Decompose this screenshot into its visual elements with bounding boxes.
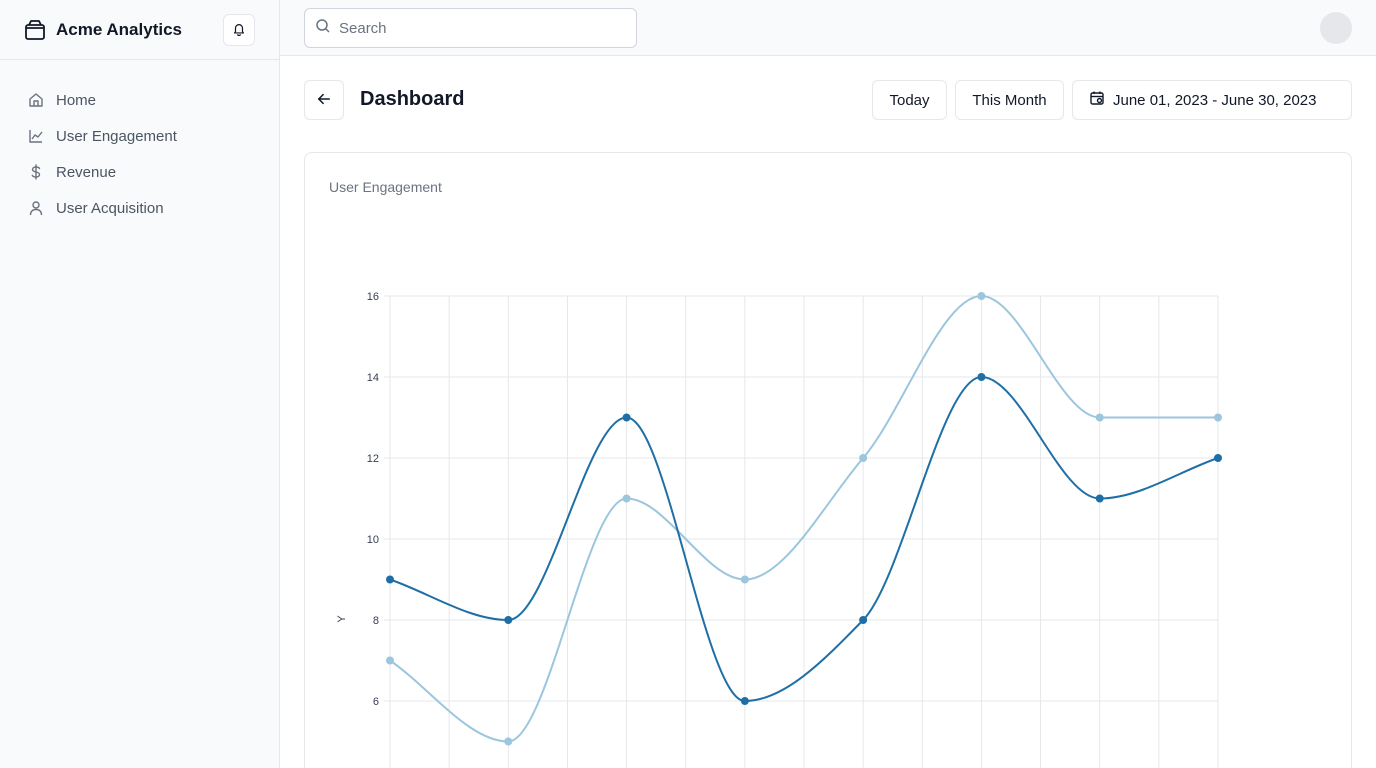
sidebar-item-user-engagement[interactable]: User Engagement	[0, 118, 279, 154]
arrow-left-icon	[317, 92, 331, 109]
sidebar-item-label: Revenue	[56, 163, 117, 181]
sidebar-item-revenue[interactable]: Revenue	[0, 154, 279, 190]
home-icon	[28, 92, 44, 108]
brand: Acme Analytics	[0, 0, 279, 60]
today-button[interactable]: Today	[872, 80, 947, 120]
data-point-series-2	[622, 494, 631, 503]
data-point-series-2	[1095, 413, 1104, 422]
data-point-series-1	[859, 616, 868, 624]
sidebar-item-label: Home	[56, 91, 97, 109]
y-tick-label: 14	[367, 372, 379, 384]
user-engagement-chart: 6 8 10 12 14 16 Y	[336, 291, 1222, 768]
this-month-button[interactable]: This Month	[955, 80, 1064, 120]
notifications-button[interactable]	[223, 14, 255, 46]
date-range-picker[interactable]: June 01, 2023 - June 30, 2023	[1072, 80, 1352, 120]
data-point-series-1	[622, 413, 631, 422]
data-point-series-1	[1095, 494, 1104, 503]
user-icon	[28, 200, 44, 216]
search-box[interactable]	[304, 8, 637, 48]
y-tick-label: 6	[373, 696, 379, 708]
data-point-series-2	[1214, 413, 1222, 422]
y-tick-label: 12	[367, 453, 379, 465]
date-range-label: June 01, 2023 - June 30, 2023	[1113, 91, 1317, 109]
search-input[interactable]	[339, 19, 619, 37]
line-chart-icon	[28, 128, 44, 144]
data-point-series-1	[740, 697, 749, 705]
data-point-series-1	[504, 616, 513, 624]
page-header: Dashboard Today This Month June 01, 2023…	[304, 80, 1352, 120]
app-name: Acme Analytics	[56, 19, 182, 39]
data-point-series-2	[504, 737, 513, 746]
data-point-series-2	[386, 656, 394, 665]
sidebar-nav: Home User Engagement Revenue User Acquis…	[0, 60, 279, 226]
data-point-series-1	[386, 575, 394, 584]
sidebar-item-user-acquisition[interactable]: User Acquisition	[0, 190, 279, 226]
bell-icon	[232, 22, 246, 39]
back-button[interactable]	[304, 80, 344, 120]
dollar-icon	[28, 164, 44, 180]
package-icon	[24, 19, 46, 41]
user-engagement-card: User Engagement 6 8 10 12 14 16 Y	[304, 152, 1352, 768]
y-tick-label: 10	[367, 534, 379, 546]
topbar	[280, 0, 1376, 56]
sidebar-item-home[interactable]: Home	[0, 82, 279, 118]
sidebar: Acme Analytics Home User Engagement Reve…	[0, 0, 280, 768]
sidebar-item-label: User Engagement	[56, 127, 177, 145]
search-icon	[315, 18, 339, 39]
y-tick-label: 8	[373, 615, 379, 627]
data-point-series-1	[1214, 454, 1222, 462]
data-point-series-1	[977, 373, 986, 381]
sidebar-item-label: User Acquisition	[56, 199, 164, 217]
data-point-series-2	[740, 575, 749, 584]
calendar-icon	[1089, 90, 1113, 110]
avatar[interactable]	[1320, 12, 1352, 44]
data-point-series-2	[859, 454, 868, 462]
y-tick-label: 16	[367, 291, 379, 303]
page-title: Dashboard	[360, 88, 465, 110]
y-axis-label: Y	[336, 615, 348, 623]
data-point-series-2	[977, 292, 986, 300]
